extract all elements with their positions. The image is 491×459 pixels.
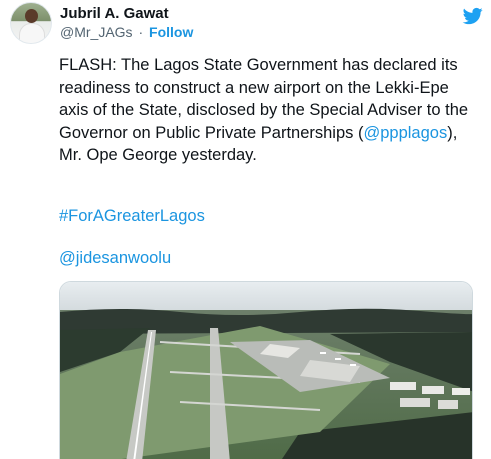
mention-link[interactable]: @jidesanwoolu bbox=[59, 247, 171, 269]
tweet-card: Jubril A. Gawat @Mr_JAGs · Follow FLASH:… bbox=[0, 0, 491, 459]
follow-button[interactable]: Follow bbox=[149, 24, 193, 40]
separator-dot: · bbox=[138, 24, 144, 40]
tweet-body: FLASH: The Lagos State Government has de… bbox=[59, 54, 479, 167]
author-handle-row: @Mr_JAGs · Follow bbox=[60, 24, 193, 40]
hashtag-link[interactable]: #ForAGreaterLagos bbox=[59, 205, 205, 227]
tweet-header: Jubril A. Gawat @Mr_JAGs · Follow bbox=[10, 2, 484, 46]
twitter-bird-icon[interactable] bbox=[462, 6, 484, 26]
ppplagos-link[interactable]: @ppplagos bbox=[363, 124, 447, 142]
author-avatar[interactable] bbox=[10, 2, 52, 44]
avatar-head bbox=[25, 9, 38, 23]
airport-rendering-image[interactable] bbox=[59, 281, 473, 459]
author-handle[interactable]: @Mr_JAGs bbox=[60, 24, 133, 40]
airport-illustration bbox=[60, 282, 472, 459]
avatar-body bbox=[19, 23, 45, 43]
author-name[interactable]: Jubril A. Gawat bbox=[60, 5, 169, 22]
